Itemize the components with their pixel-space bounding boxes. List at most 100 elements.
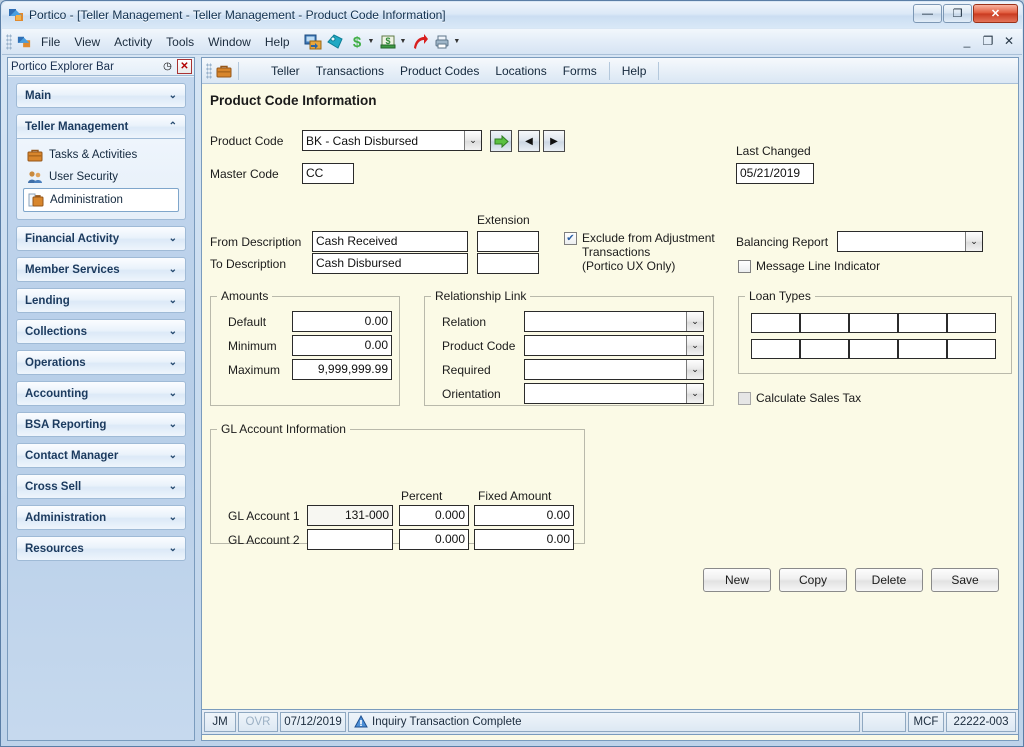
loan-type-input-6[interactable] [751, 339, 800, 359]
sidebar-group-header-member-services[interactable]: Member Services ⌄ [16, 257, 186, 282]
next-button[interactable]: ▶ [543, 130, 565, 152]
window-title: Portico - [Teller Management - Teller Ma… [29, 8, 446, 22]
menu-item-tools[interactable]: Tools [159, 32, 201, 52]
sidebar-group-header-accounting[interactable]: Accounting ⌄ [16, 381, 186, 406]
loan-type-input-1[interactable] [751, 313, 800, 333]
gl-account-2-fixed-input[interactable]: 0.00 [474, 529, 574, 550]
printer-dropdown-caret-icon[interactable]: ▼ [453, 38, 460, 45]
go-button[interactable] [490, 130, 512, 152]
calculate-sales-tax-checkbox[interactable]: Calculate Sales Tax [738, 391, 861, 405]
loan-type-input-9[interactable] [898, 339, 947, 359]
copy-button[interactable]: Copy [779, 568, 847, 592]
gl-account-1-input[interactable]: 131-000 [307, 505, 393, 526]
cash-drawer-icon[interactable]: $ [378, 32, 398, 52]
sidebar-group-teller-management: Teller Management ⌃ Tasks & Activities U… [16, 114, 186, 220]
briefcase-icon[interactable] [214, 61, 234, 81]
previous-button[interactable]: ◀ [518, 130, 540, 152]
delete-button[interactable]: Delete [855, 568, 923, 592]
to-description-label: To Description [210, 257, 287, 271]
relation-dropdown[interactable]: ⌄ [524, 311, 704, 332]
sidebar-group-header-lending[interactable]: Lending ⌄ [16, 288, 186, 313]
loan-type-input-5[interactable] [947, 313, 996, 333]
dollar-dropdown-caret-icon[interactable]: ▼ [368, 38, 375, 45]
exclude-from-adjustment-checkbox[interactable]: Exclude from Adjustment Transactions (Po… [564, 231, 724, 273]
amounts-default-input[interactable]: 0.00 [292, 311, 392, 332]
amounts-minimum-input[interactable]: 0.00 [292, 335, 392, 356]
message-line-indicator-label: Message Line Indicator [756, 259, 881, 273]
gl-account-2-percent-input[interactable]: 0.000 [399, 529, 469, 550]
product-code-dropdown[interactable]: BK - Cash Disbursed ⌄ [302, 130, 482, 151]
cash-drawer-dropdown-caret-icon[interactable]: ▼ [399, 38, 406, 45]
menu-item-view[interactable]: View [67, 32, 107, 52]
red-arrow-icon[interactable] [410, 32, 430, 52]
sidebar-item-tasks-activities[interactable]: Tasks & Activities [23, 144, 179, 166]
last-changed-value: 05/21/2019 [736, 163, 814, 184]
toolbar-grip[interactable] [6, 33, 12, 50]
loan-type-input-3[interactable] [849, 313, 898, 333]
amounts-maximum-input[interactable]: 9,999,999.99 [292, 359, 392, 380]
required-dropdown[interactable]: ⌄ [524, 359, 704, 380]
save-button[interactable]: Save [931, 568, 999, 592]
relationship-product-code-dropdown[interactable]: ⌄ [524, 335, 704, 356]
loan-type-input-2[interactable] [800, 313, 849, 333]
sidebar-group-header-financial-activity[interactable]: Financial Activity ⌄ [16, 226, 186, 251]
sidebar-group-header-contact-manager[interactable]: Contact Manager ⌄ [16, 443, 186, 468]
from-description-input[interactable]: Cash Received [312, 231, 468, 252]
sidebar-group-header-cross-sell[interactable]: Cross Sell ⌄ [16, 474, 186, 499]
module-toolbar-grip[interactable] [206, 62, 212, 79]
menu-item-activity[interactable]: Activity [107, 32, 159, 52]
gl-account-2-input[interactable] [307, 529, 393, 550]
from-description-extension-input[interactable] [477, 231, 539, 252]
loan-type-input-4[interactable] [898, 313, 947, 333]
sidebar-group-header-administration[interactable]: Administration ⌄ [16, 505, 186, 530]
sidebar-item-administration[interactable]: Administration [23, 188, 179, 212]
master-code-input[interactable]: CC [302, 163, 354, 184]
sidebar-group-header-main[interactable]: Main ⌄ [16, 83, 186, 108]
gl-account-1-fixed-input[interactable]: 0.00 [474, 505, 574, 526]
required-label: Required [442, 363, 491, 377]
menu-item-file[interactable]: File [34, 32, 67, 52]
transfer-icon[interactable] [303, 32, 323, 52]
auto-hide-icon[interactable]: ◷ [160, 59, 175, 74]
explorer-close-icon[interactable]: ✕ [177, 59, 192, 74]
loan-type-input-10[interactable] [947, 339, 996, 359]
loan-type-input-8[interactable] [849, 339, 898, 359]
orientation-dropdown[interactable]: ⌄ [524, 383, 704, 404]
sidebar-group-label-resources: Resources [25, 542, 84, 555]
gl-account-1-percent-input[interactable]: 0.000 [399, 505, 469, 526]
mdi-close-button[interactable]: ✕ [1002, 34, 1016, 48]
sidebar-group-header-collections[interactable]: Collections ⌄ [16, 319, 186, 344]
tag-icon[interactable] [325, 32, 345, 52]
minimize-button[interactable]: — [913, 4, 942, 23]
message-line-indicator-checkbox[interactable]: Message Line Indicator [738, 259, 880, 273]
maximize-button[interactable]: ❐ [943, 4, 972, 23]
module-menu-help[interactable]: Help [614, 61, 655, 81]
maximize-icon: ❐ [952, 8, 963, 20]
new-button[interactable]: New [703, 568, 771, 592]
balancing-report-dropdown[interactable]: ⌄ [837, 231, 983, 252]
sidebar-group-header-teller-management[interactable]: Teller Management ⌃ [16, 114, 186, 139]
to-description-input[interactable]: Cash Disbursed [312, 253, 468, 274]
explorer-bar-body: Main ⌄ Teller Management ⌃ Tasks & Activ… [8, 77, 194, 740]
module-menu-transactions[interactable]: Transactions [308, 61, 392, 81]
dollar-icon[interactable]: $ [347, 32, 367, 52]
chevron-down-icon: ⌄ [168, 326, 177, 337]
sidebar-item-user-security[interactable]: User Security [23, 166, 179, 188]
to-description-extension-input[interactable] [477, 253, 539, 274]
menu-item-help[interactable]: Help [258, 32, 297, 52]
mdi-restore-button[interactable]: ❐ [981, 34, 995, 48]
sidebar-group-header-resources[interactable]: Resources ⌄ [16, 536, 186, 561]
menu-item-window[interactable]: Window [201, 32, 258, 52]
loan-type-input-7[interactable] [800, 339, 849, 359]
sidebar-group-header-operations[interactable]: Operations ⌄ [16, 350, 186, 375]
sidebar-group-header-bsa-reporting[interactable]: BSA Reporting ⌄ [16, 412, 186, 437]
explorer-bar-title: Portico Explorer Bar [11, 60, 114, 73]
module-menu-teller[interactable]: Teller [263, 61, 308, 81]
close-button[interactable]: ✕ [973, 4, 1018, 23]
module-menu-locations[interactable]: Locations [487, 61, 554, 81]
module-menu-product-codes[interactable]: Product Codes [392, 61, 487, 81]
printer-icon[interactable] [432, 32, 452, 52]
chevron-down-icon: ⌄ [168, 481, 177, 492]
mdi-minimize-button[interactable]: _ [960, 34, 974, 48]
module-menu-forms[interactable]: Forms [555, 61, 605, 81]
